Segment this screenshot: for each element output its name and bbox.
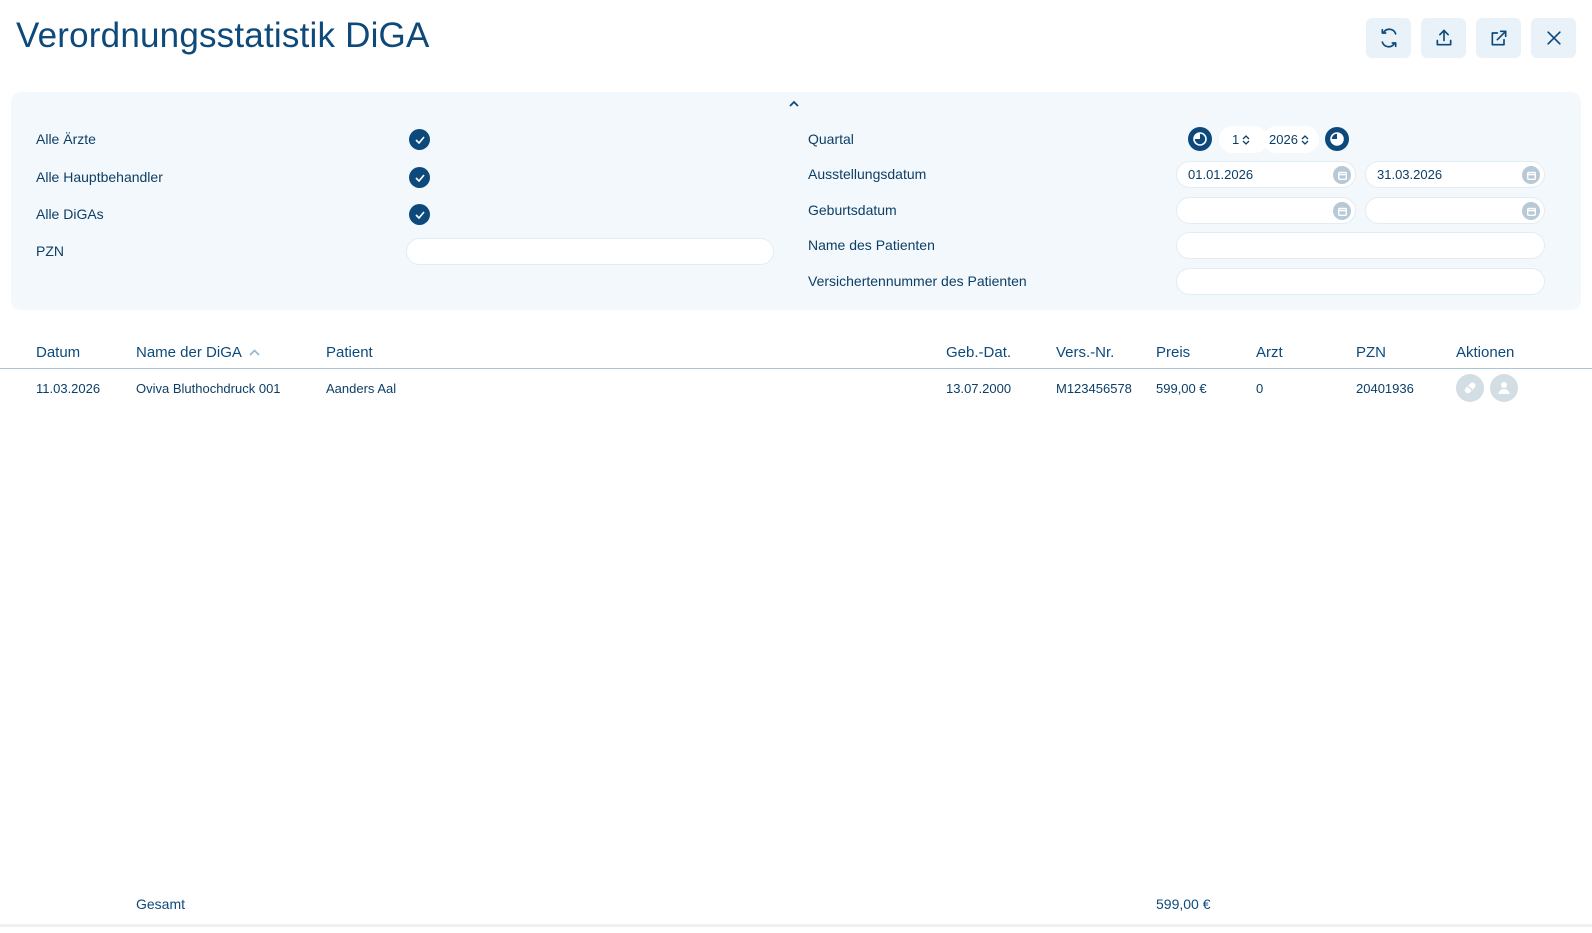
- refresh-button[interactable]: [1366, 18, 1411, 58]
- column-header-pzn[interactable]: PZN: [1356, 344, 1386, 361]
- birth-date-from-input[interactable]: [1176, 197, 1356, 224]
- cell-pzn: 20401936: [1356, 381, 1414, 396]
- toolbar: [1366, 18, 1576, 58]
- column-header-price[interactable]: Preis: [1156, 344, 1190, 361]
- calendar-icon[interactable]: [1522, 166, 1540, 184]
- cell-doctor: 0: [1256, 381, 1264, 396]
- column-header-birth-date[interactable]: Geb.-Dat.: [946, 344, 1011, 361]
- table-header: Datum Name der DiGA Patient Geb.-Dat. Ve…: [0, 340, 1592, 369]
- quarter-label: Quartal: [808, 131, 854, 147]
- close-button[interactable]: [1531, 18, 1576, 58]
- issue-date-from-value: 01.01.2026: [1188, 167, 1254, 182]
- chevron-down-icon: [1301, 140, 1309, 145]
- all-digas-label: Alle DiGAs: [36, 206, 104, 222]
- patient-name-input[interactable]: [1176, 232, 1545, 259]
- chevron-down-icon: [1242, 140, 1250, 145]
- open-patient-button[interactable]: [1490, 374, 1518, 402]
- calendar-icon[interactable]: [1333, 166, 1351, 184]
- year-stepper[interactable]: 2026: [1263, 126, 1319, 153]
- export-button[interactable]: [1421, 18, 1466, 58]
- cell-patient: Aanders Aal: [326, 381, 397, 396]
- pill-icon: [1464, 382, 1476, 394]
- chevron-up-icon: [789, 100, 799, 107]
- all-doctors-checkbox[interactable]: [409, 129, 430, 150]
- year-spin[interactable]: [1301, 134, 1309, 145]
- check-icon: [414, 135, 425, 144]
- open-prescription-button[interactable]: [1456, 374, 1484, 402]
- external-link-icon: [1491, 30, 1506, 46]
- column-header-insurance-number[interactable]: Vers.-Nr.: [1056, 344, 1114, 361]
- next-quarter-button[interactable]: [1325, 127, 1349, 151]
- refresh-icon: [1381, 28, 1396, 48]
- check-icon: [414, 173, 425, 182]
- column-header-actions: Aktionen: [1456, 344, 1515, 361]
- column-header-date[interactable]: Datum: [36, 344, 80, 361]
- year-value: 2026: [1269, 132, 1298, 147]
- all-main-practitioners-label: Alle Hauptbehandler: [36, 169, 163, 185]
- quarter-forward-icon: [1330, 132, 1344, 146]
- open-external-button[interactable]: [1476, 18, 1521, 58]
- issue-date-to-value: 31.03.2026: [1377, 167, 1443, 182]
- quarter-back-icon: [1193, 132, 1207, 146]
- all-main-practitioners-checkbox[interactable]: [409, 167, 430, 188]
- issue-date-from-input[interactable]: 01.01.2026: [1176, 161, 1356, 188]
- column-header-patient[interactable]: Patient: [326, 344, 373, 361]
- column-header-diga-name-label: Name der DiGA: [136, 344, 242, 361]
- all-doctors-label: Alle Ärzte: [36, 131, 96, 147]
- previous-quarter-button[interactable]: [1188, 127, 1212, 151]
- cell-date: 11.03.2026: [36, 381, 101, 396]
- collapse-filter-button[interactable]: [784, 96, 804, 110]
- calendar-icon[interactable]: [1522, 202, 1540, 220]
- cell-insurance-number: M123456578: [1056, 381, 1132, 396]
- insurance-number-input[interactable]: [1176, 268, 1545, 295]
- person-icon: [1498, 382, 1510, 394]
- sort-ascending-icon: [249, 349, 260, 356]
- column-header-diga-name[interactable]: Name der DiGA: [136, 344, 260, 361]
- filter-panel: Alle Ärzte Alle Hauptbehandler Alle DiGA…: [11, 92, 1581, 310]
- patient-name-label: Name des Patienten: [808, 237, 935, 253]
- all-digas-checkbox[interactable]: [409, 204, 430, 225]
- cell-price: 599,00 €: [1156, 381, 1207, 396]
- calendar-icon[interactable]: [1333, 202, 1351, 220]
- quarter-spin[interactable]: [1242, 134, 1250, 145]
- quarter-stepper[interactable]: 1: [1219, 126, 1268, 153]
- close-icon: [1546, 31, 1561, 45]
- total-label: Gesamt: [136, 896, 186, 912]
- page-title: Verordnungsstatistik DiGA: [16, 16, 430, 55]
- column-header-doctor[interactable]: Arzt: [1256, 344, 1283, 361]
- cell-birth-date: 13.07.2000: [946, 381, 1012, 396]
- birth-date-to-input[interactable]: [1365, 197, 1545, 224]
- insurance-number-label: Versichertennummer des Patienten: [808, 273, 1027, 289]
- total-value: 599,00 €: [1156, 896, 1211, 912]
- birth-date-label: Geburtsdatum: [808, 202, 897, 218]
- table-row[interactable]: 11.03.2026 Oviva Bluthochdruck 001 Aande…: [0, 372, 1592, 406]
- quarter-value: 1: [1232, 132, 1240, 147]
- pzn-label: PZN: [36, 243, 64, 259]
- issue-date-to-input[interactable]: 31.03.2026: [1365, 161, 1545, 188]
- issue-date-label: Ausstellungsdatum: [808, 166, 927, 182]
- bottom-divider: [0, 924, 1592, 927]
- cell-diga-name: Oviva Bluthochdruck 001: [136, 381, 281, 396]
- pzn-input[interactable]: [406, 238, 774, 265]
- check-icon: [414, 210, 425, 219]
- upload-icon: [1436, 29, 1451, 46]
